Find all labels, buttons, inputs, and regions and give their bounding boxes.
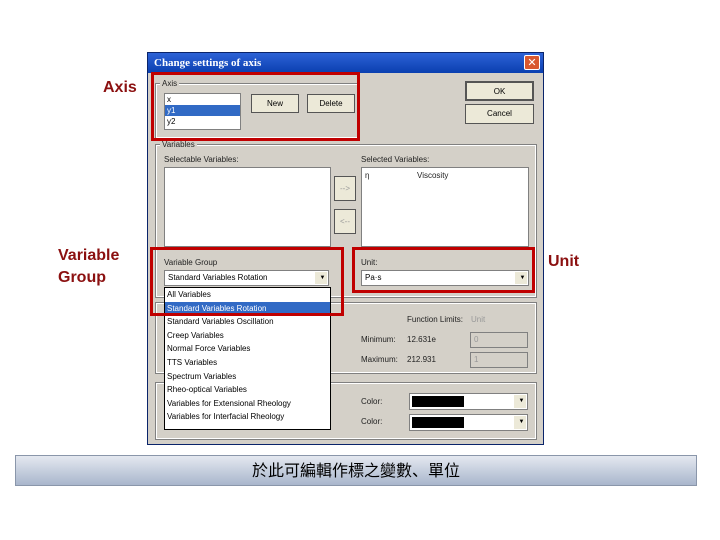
highlight-axis bbox=[151, 72, 360, 141]
selectable-variables-list[interactable] bbox=[164, 167, 331, 247]
maximum-value: 212.931 bbox=[407, 355, 436, 364]
cancel-button[interactable]: Cancel bbox=[465, 104, 534, 124]
selected-variables-label: Selected Variables: bbox=[361, 155, 430, 164]
chevron-down-icon[interactable]: ▼ bbox=[514, 395, 526, 408]
color-select-1[interactable]: ▼ bbox=[409, 393, 528, 410]
annotation-unit: Unit bbox=[548, 253, 580, 270]
dropdown-option[interactable]: Variables for Interfacial Rheology bbox=[165, 410, 330, 424]
add-variable-button[interactable]: --> bbox=[334, 176, 356, 201]
dropdown-option[interactable]: Spectrum Variables bbox=[165, 370, 330, 384]
close-icon[interactable]: ✕ bbox=[524, 55, 540, 70]
minimum-label: Minimum: bbox=[361, 335, 396, 344]
minimum-value: 12.631e bbox=[407, 335, 436, 344]
variable-symbol[interactable]: η bbox=[365, 171, 369, 180]
dropdown-option[interactable]: Variables for Extensional Rheology bbox=[165, 397, 330, 411]
caption-text: 於此可編輯作標之變數、單位 bbox=[251, 461, 460, 480]
chevron-down-icon[interactable]: ▼ bbox=[514, 416, 526, 429]
color-select-2[interactable]: ▼ bbox=[409, 414, 528, 431]
maximum-label: Maximum: bbox=[361, 355, 398, 364]
dropdown-option[interactable]: Standard Variables Oscillation bbox=[165, 315, 330, 329]
highlight-variable-group bbox=[150, 247, 344, 316]
dropdown-option[interactable]: Creep Variables bbox=[165, 329, 330, 343]
color-swatch bbox=[412, 417, 464, 428]
dropdown-option[interactable]: Rheo-optical Variables bbox=[165, 383, 330, 397]
dropdown-option[interactable]: TTS Variables bbox=[165, 356, 330, 370]
color-swatch bbox=[412, 396, 464, 407]
caption-banner: 於此可編輯作標之變數、單位 bbox=[15, 455, 697, 486]
annotation-variable-group: Variable Group bbox=[58, 247, 120, 286]
ok-button[interactable]: OK bbox=[465, 81, 534, 101]
selected-variables-list[interactable]: η Viscosity bbox=[361, 167, 529, 247]
remove-variable-button[interactable]: <-- bbox=[334, 209, 356, 234]
annotation-axis: Axis bbox=[103, 79, 137, 96]
dropdown-option[interactable]: Normal Force Variables bbox=[165, 342, 330, 356]
color-label-1: Color: bbox=[361, 397, 383, 406]
selectable-variables-label: Selectable Variables: bbox=[164, 155, 239, 164]
function-limits-label: Function Limits: bbox=[407, 315, 464, 324]
variables-group-label: Variables bbox=[160, 140, 197, 149]
maximum-input[interactable]: 1 bbox=[470, 352, 528, 368]
minimum-input[interactable]: 0 bbox=[470, 332, 528, 348]
dialog-title: Change settings of axis bbox=[148, 53, 543, 73]
variable-name[interactable]: Viscosity bbox=[417, 171, 448, 180]
highlight-unit bbox=[352, 247, 535, 293]
color-label-2: Color: bbox=[361, 417, 383, 426]
limits-unit-label: Unit bbox=[471, 315, 486, 324]
